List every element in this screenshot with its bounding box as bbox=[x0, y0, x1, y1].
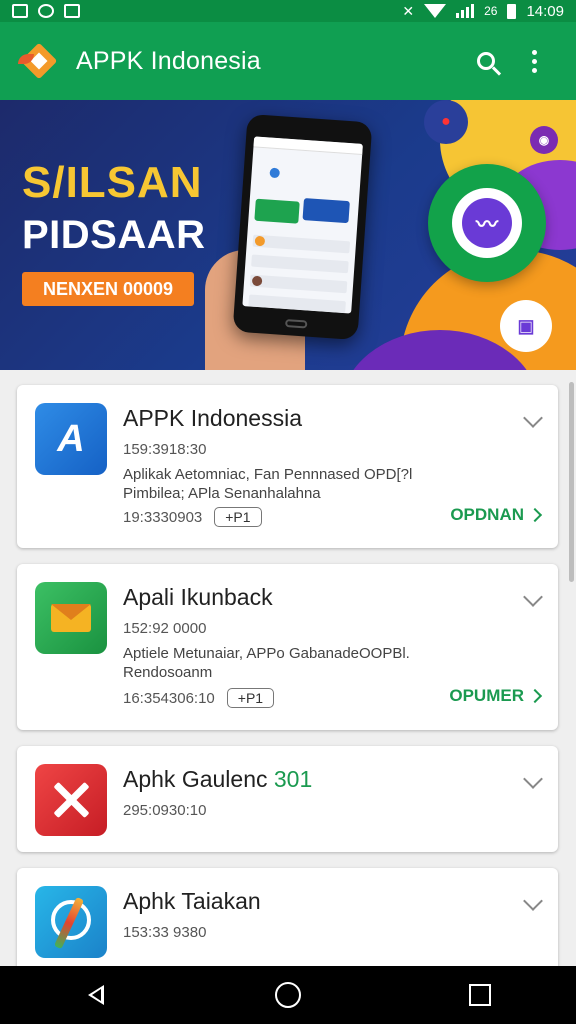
wifi-icon bbox=[424, 4, 447, 18]
scrollbar[interactable] bbox=[569, 382, 574, 582]
app-card[interactable]: A APPK Indonessia 159:3918:30 Aplikak Ae… bbox=[17, 385, 558, 548]
pen-compass-icon bbox=[35, 886, 107, 958]
search-icon bbox=[477, 52, 495, 70]
recents-button[interactable] bbox=[450, 966, 510, 1024]
chevron-down-icon[interactable] bbox=[523, 408, 543, 428]
app-meta: 295:0930:10 bbox=[123, 802, 207, 819]
back-triangle-icon bbox=[88, 985, 104, 1005]
purple-app-badge-icon: ▣ bbox=[500, 300, 552, 352]
app-card[interactable]: Apali Ikunback 152:92 0000 Aptiele Metun… bbox=[17, 564, 558, 730]
open-button-label: OPUMER bbox=[449, 686, 524, 705]
phone-screen bbox=[242, 136, 363, 314]
chevron-down-icon[interactable] bbox=[523, 891, 543, 911]
status-system: ✕ 26 14:09 bbox=[402, 3, 564, 20]
gear-messenger-icon: 〰 bbox=[428, 164, 546, 282]
chevron-right-icon bbox=[527, 688, 543, 704]
app-title: Aphk Taiakan bbox=[123, 888, 261, 914]
phone-illustration bbox=[232, 113, 373, 341]
battery-percent: 26 bbox=[484, 4, 498, 18]
blocked-x-icon bbox=[35, 764, 107, 836]
system-nav-bar bbox=[0, 966, 576, 1024]
overflow-menu-button[interactable] bbox=[510, 37, 558, 85]
pink-app-badge-icon: ◉ bbox=[530, 126, 558, 154]
app-title-main: Aphk Gaulenc bbox=[123, 766, 268, 792]
app-title: APPK Indonessia bbox=[123, 405, 303, 431]
app-card[interactable]: Aphk Gaulenc 301 295:0930:10 bbox=[17, 746, 558, 852]
app-title: APPK Indonesia bbox=[76, 46, 261, 75]
home-circle-icon bbox=[275, 982, 301, 1008]
battery-icon bbox=[507, 3, 517, 19]
status-notifications bbox=[12, 4, 80, 18]
app-description: Aptiele Metunaiar, APPo GabanadeOOPBl. R… bbox=[123, 645, 410, 681]
mail-envelope-icon bbox=[35, 582, 107, 654]
search-button[interactable] bbox=[462, 37, 510, 85]
app-meta-secondary: 16:354306:10 bbox=[123, 689, 215, 707]
colorful-app-badge-icon: ● bbox=[424, 100, 468, 144]
status-bar: ✕ 26 14:09 bbox=[0, 0, 576, 22]
app-meta: 152:92 0000 bbox=[123, 620, 207, 637]
open-button[interactable]: OPDNAN bbox=[450, 505, 543, 525]
app-bar: APPK Indonesia bbox=[0, 22, 576, 100]
app-meta-secondary: 19:3330903 bbox=[123, 508, 203, 526]
back-button[interactable] bbox=[66, 966, 126, 1024]
app-description: Aplikak Aetomniac, Fan Pennnased OPD[?l … bbox=[123, 466, 413, 502]
banner-subheadline: PIDSAAR bbox=[22, 213, 206, 257]
apk-diamond-logo-icon bbox=[18, 40, 60, 82]
recent-square-icon bbox=[469, 984, 491, 1006]
app-chip[interactable]: +P1 bbox=[226, 688, 275, 708]
chevron-down-icon[interactable] bbox=[523, 587, 543, 607]
more-vert-icon bbox=[531, 49, 537, 73]
app-chip[interactable]: +P1 bbox=[214, 507, 262, 527]
app-title: Aphk Gaulenc 301 bbox=[123, 766, 312, 793]
vibrate-icon: ✕ bbox=[402, 2, 415, 19]
chevron-right-icon bbox=[527, 507, 543, 523]
image-notification-icon bbox=[12, 4, 28, 18]
promo-banner[interactable]: S/ILSAN PIDSAAR NENXEN 00009 ● ◉ 〰 ▣ bbox=[0, 100, 576, 370]
open-button[interactable]: OPUMER bbox=[449, 686, 543, 706]
home-button[interactable] bbox=[258, 966, 318, 1024]
app-meta: 159:3918:30 bbox=[123, 441, 207, 458]
open-button-label: OPDNAN bbox=[450, 505, 524, 524]
clock: 14:09 bbox=[526, 2, 564, 20]
chevron-down-icon[interactable] bbox=[523, 769, 543, 789]
app-meta-row: 19:3330903 +P1 bbox=[123, 507, 262, 527]
signal-icon bbox=[456, 4, 475, 18]
app-meta-row: 16:354306:10 +P1 bbox=[123, 688, 275, 708]
photo-notification-icon bbox=[64, 4, 80, 18]
app-title: Apali Ikunback bbox=[123, 584, 273, 610]
app-meta: 153:33 9380 bbox=[123, 924, 207, 941]
banner-headline: S/ILSAN bbox=[22, 158, 203, 207]
app-title-accent: 301 bbox=[273, 766, 313, 792]
banner-cta-button[interactable]: NENXEN 00009 bbox=[22, 272, 194, 306]
blue-a-icon: A bbox=[35, 403, 107, 475]
shield-notification-icon bbox=[38, 4, 54, 18]
